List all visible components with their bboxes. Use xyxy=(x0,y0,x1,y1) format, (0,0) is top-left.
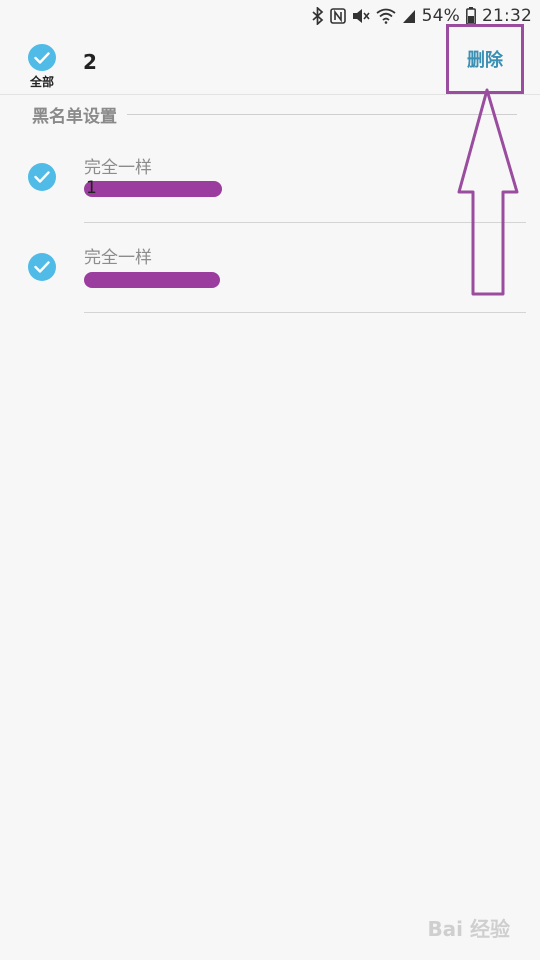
item-number-redacted xyxy=(84,272,220,288)
item-check-icon[interactable] xyxy=(28,253,56,281)
signal-icon xyxy=(402,8,416,24)
item-divider xyxy=(84,312,526,313)
battery-percent: 54% xyxy=(421,6,460,26)
nfc-icon xyxy=(329,8,346,24)
item-check-icon[interactable] xyxy=(28,163,56,191)
select-all-label: 全部 xyxy=(29,75,54,89)
select-all-check-icon xyxy=(28,44,56,71)
watermark: Bai 经验 xyxy=(427,917,510,941)
selected-count: 2 xyxy=(83,50,97,74)
item-title: 完全一样 xyxy=(84,158,152,178)
annotation-arrow-icon xyxy=(457,88,519,296)
item-number-redacted: 1 xyxy=(84,178,222,198)
select-all-toggle[interactable]: 全部 xyxy=(26,44,58,90)
bluetooth-icon xyxy=(312,7,324,25)
item-title: 完全一样 xyxy=(84,248,152,268)
delete-button[interactable]: 删除 xyxy=(446,24,524,94)
battery-icon xyxy=(466,7,476,25)
section-title: 黑名单设置 xyxy=(32,106,117,127)
wifi-icon xyxy=(376,8,396,24)
item-number: 1 xyxy=(86,178,97,198)
mute-icon xyxy=(352,8,370,24)
section-header: 黑名单设置 xyxy=(32,103,517,127)
status-clock: 21:32 xyxy=(482,6,532,26)
